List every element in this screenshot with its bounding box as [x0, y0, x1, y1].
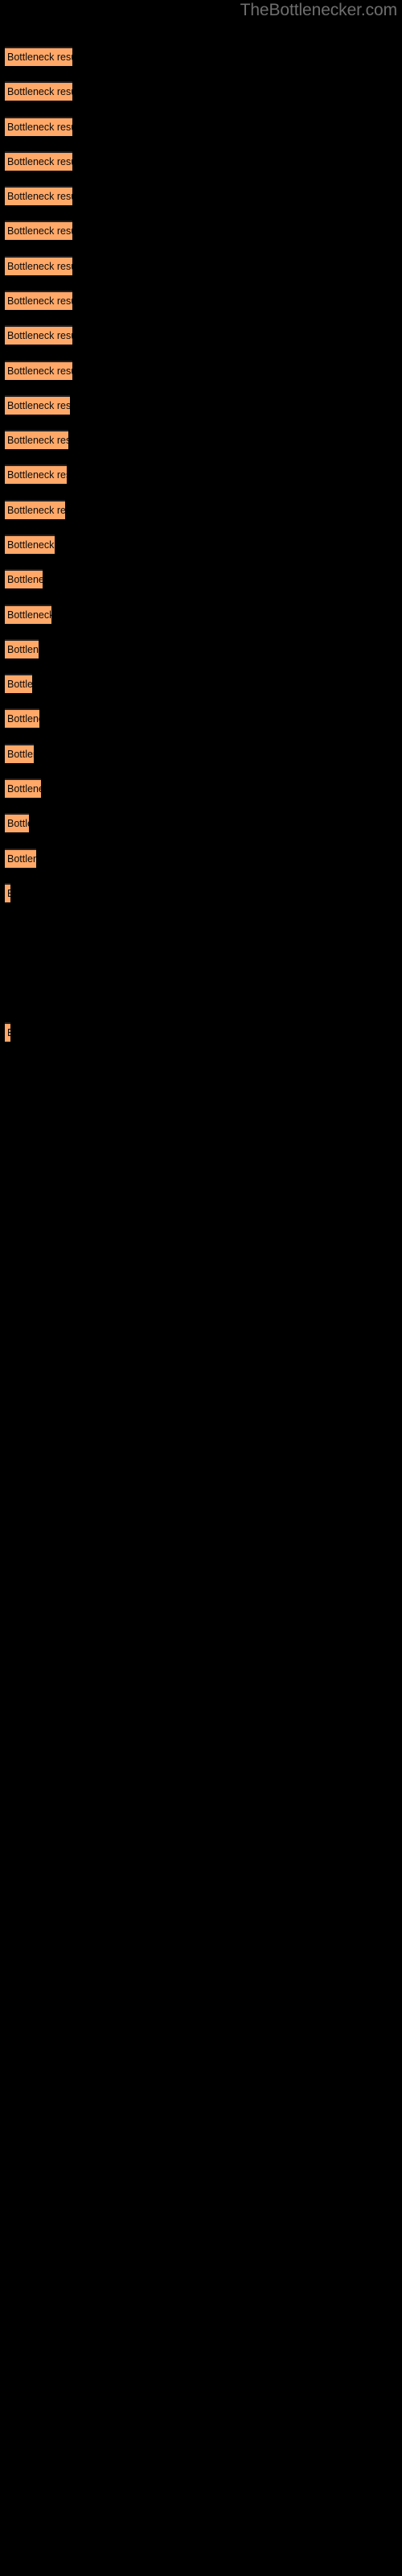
bottleneck-bar-label: Bottleneck result	[7, 609, 51, 621]
bottleneck-bar: Bottleneck result	[5, 535, 55, 554]
bottleneck-bar: Bottleneck result	[5, 395, 70, 415]
bottleneck-bar: Bottleneck result	[5, 883, 10, 902]
bottleneck-bar-label: Bottleneck result	[7, 191, 72, 202]
bottleneck-bar-label: Bottleneck result	[7, 469, 67, 481]
bottleneck-bar: Bottleneck result	[5, 361, 72, 380]
bottleneck-bar-label: Bottleneck result	[7, 539, 55, 551]
bottleneck-bar: Bottleneck result	[5, 639, 39, 658]
bottleneck-bar-label: Bottleneck result	[7, 783, 41, 795]
bottleneck-bar-label: Bottleneck result	[7, 818, 29, 829]
bottleneck-bar: Bottleneck result	[5, 708, 39, 728]
bottleneck-bar-label: Bottleneck result	[7, 644, 39, 655]
bottleneck-bar: Bottleneck result	[5, 1022, 10, 1042]
bottleneck-bar-label: Bottleneck result	[7, 261, 72, 272]
bottleneck-bar-label: Bottleneck result	[7, 1025, 10, 1042]
bottleneck-bar: Bottleneck result	[5, 291, 72, 310]
bottleneck-bar-label: Bottleneck result	[7, 713, 39, 724]
bottleneck-bar-label: Bottleneck result	[7, 225, 72, 237]
bottleneck-bar-label: Bottleneck result	[7, 52, 72, 63]
bottleneck-bar-label: Bottleneck result	[7, 435, 68, 446]
bottleneck-bar: Bottleneck result	[5, 500, 65, 519]
bottleneck-bar: Bottleneck result	[5, 605, 51, 624]
bottleneck-bar: Bottleneck result	[5, 47, 72, 66]
bottleneck-bar-label: Bottleneck result	[7, 400, 70, 411]
bottleneck-bar-label: Bottleneck result	[7, 886, 10, 902]
bottleneck-bar-label: Bottleneck result	[7, 853, 36, 865]
bottleneck-bar-label: Bottleneck result	[7, 365, 72, 377]
bottleneck-bar: Bottleneck result	[5, 674, 32, 693]
bottleneck-bar: Bottleneck result	[5, 569, 43, 588]
bottleneck-bar-label: Bottleneck result	[7, 122, 72, 133]
bottleneck-bar: Bottleneck result	[5, 464, 67, 484]
bottleneck-bar-label: Bottleneck result	[7, 86, 72, 97]
bottleneck-bar: Bottleneck result	[5, 744, 34, 763]
bottleneck-bar: Bottleneck result	[5, 81, 72, 101]
bottleneck-bar: Bottleneck result	[5, 848, 36, 868]
bottleneck-bar: Bottleneck result	[5, 813, 29, 832]
bottleneck-bar: Bottleneck result	[5, 430, 68, 449]
bottleneck-bar: Bottleneck result	[5, 117, 72, 136]
bottleneck-bar: Bottleneck result	[5, 221, 72, 240]
bottleneck-bar: Bottleneck result	[5, 325, 72, 345]
bottleneck-bar-chart: Bottleneck result Bottleneck result Bottle…	[0, 0, 402, 2576]
bottleneck-bar: Bottleneck result	[5, 256, 72, 275]
bottleneck-bar: Bottleneck result	[5, 778, 41, 798]
bottleneck-bar-label: Bottleneck result	[7, 330, 72, 341]
bottleneck-bar-label: Bottleneck result	[7, 574, 43, 585]
bottleneck-bar: Bottleneck result	[5, 186, 72, 205]
bottleneck-bar-label: Bottleneck result	[7, 295, 72, 307]
bottleneck-bar-label: Bottleneck result	[7, 749, 34, 760]
bottleneck-bar-label: Bottleneck result	[7, 679, 32, 690]
bottleneck-bar-label: Bottleneck result	[7, 505, 65, 516]
bottleneck-bar-label: Bottleneck result	[7, 156, 72, 167]
bottleneck-bar: Bottleneck result	[5, 151, 72, 171]
